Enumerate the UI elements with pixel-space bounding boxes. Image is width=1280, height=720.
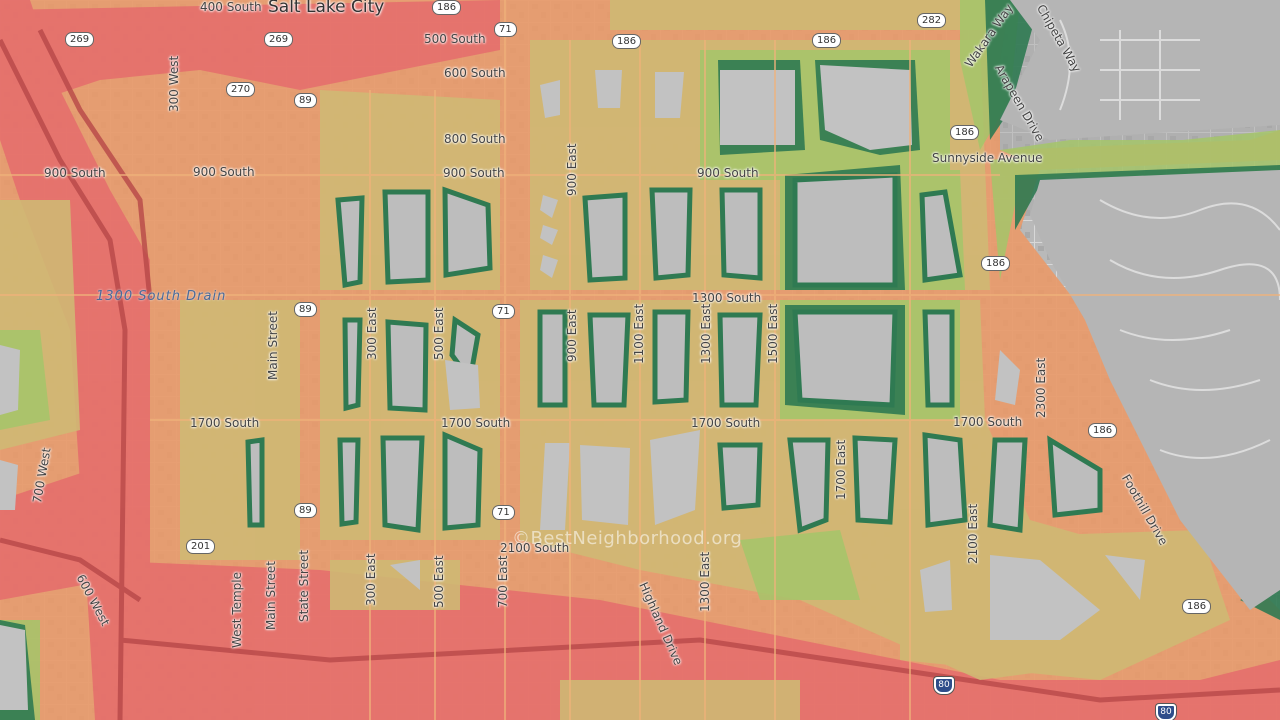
street-label-1700-south-e: 1700 South — [953, 415, 1023, 429]
route-shield-89: 89 — [294, 93, 317, 108]
route-shield-89: 89 — [294, 302, 317, 317]
street-label-1700-south-w: 1700 South — [190, 416, 260, 430]
street-label-1300-east-m: 1300 East — [699, 303, 713, 364]
interstate-shield-80: 80 — [1156, 704, 1176, 720]
street-label-1700-south-m: 1700 South — [691, 416, 761, 430]
map-canvas[interactable]: Salt Lake City ©BestNeighborhood.org 130… — [0, 0, 1280, 720]
route-shield-186: 186 — [1088, 423, 1118, 438]
route-shield-186: 186 — [612, 34, 642, 49]
street-label-800-south: 800 South — [444, 132, 506, 146]
street-label-west-temple: West Temple — [230, 571, 244, 648]
route-shield-186: 186 — [432, 0, 462, 15]
route-shield-186: 186 — [950, 125, 980, 140]
street-label-900-south-c: 900 South — [193, 165, 255, 179]
street-label-1700-east: 1700 East — [834, 439, 848, 500]
street-label-900-south-m: 900 South — [443, 166, 505, 180]
city-label: Salt Lake City — [268, 0, 385, 17]
street-label-400-south: 400 South — [200, 0, 262, 14]
route-shield-186: 186 — [1182, 599, 1212, 614]
street-label-500-east-n: 500 East — [432, 307, 446, 360]
street-label-main-street-s: Main Street — [264, 561, 278, 630]
street-label-sunnyside: Sunnyside Avenue — [932, 151, 1043, 165]
route-shield-89: 89 — [294, 503, 317, 518]
street-label-300-west: 300 West — [167, 55, 181, 112]
street-label-300-east-s: 300 East — [364, 553, 378, 606]
route-shield-282: 282 — [917, 13, 947, 28]
street-label-1700-south-c: 1700 South — [441, 416, 511, 430]
route-shield-71: 71 — [492, 505, 515, 520]
interstate-shield-80: 80 — [934, 677, 954, 694]
route-shield-269: 269 — [65, 32, 95, 47]
street-label-900-south-w: 900 South — [44, 166, 106, 180]
route-shield-186: 186 — [812, 33, 842, 48]
street-label-1100-east: 1100 East — [632, 303, 646, 364]
street-label-600-south: 600 South — [444, 66, 506, 80]
street-label-900-east-m: 900 East — [565, 309, 579, 362]
route-shield-201: 201 — [186, 539, 216, 554]
street-label-700-east: 700 East — [496, 555, 510, 608]
street-label-900-east-n: 900 East — [565, 143, 579, 196]
street-label-500-south: 500 South — [424, 32, 486, 46]
street-label-2100-east: 2100 East — [966, 503, 980, 564]
route-shield-186: 186 — [981, 256, 1011, 271]
street-label-state-street: State Street — [297, 549, 311, 622]
street-label-1500-east: 1500 East — [766, 303, 780, 364]
street-label-2300-east: 2300 East — [1034, 357, 1048, 418]
route-shield-71: 71 — [492, 304, 515, 319]
street-label-300-east-n: 300 East — [365, 307, 379, 360]
street-label-1300-east-s: 1300 East — [698, 551, 712, 612]
route-shield-270: 270 — [226, 82, 256, 97]
street-label-900-south-e: 900 South — [697, 166, 759, 180]
route-shield-71: 71 — [494, 22, 517, 37]
street-label-main-street-n: Main Street — [266, 311, 280, 380]
street-label-500-east-s: 500 East — [432, 555, 446, 608]
route-shield-269: 269 — [264, 32, 294, 47]
water-label: 1300 South Drain — [96, 289, 227, 304]
street-label-2100-south: 2100 South — [500, 541, 570, 555]
